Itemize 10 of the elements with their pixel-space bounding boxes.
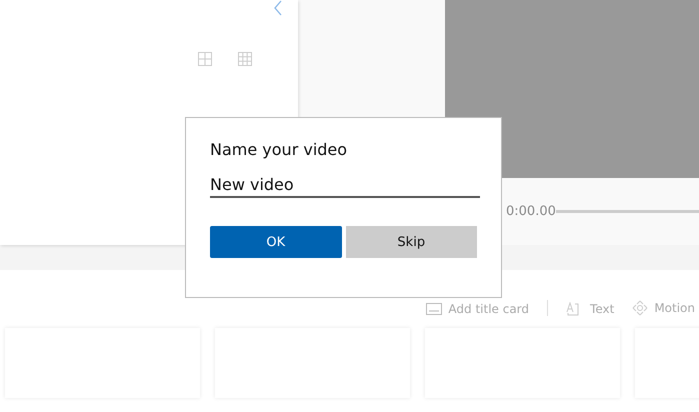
time-label: 0:00.00 (506, 204, 556, 219)
chevron-left-icon[interactable] (273, 0, 283, 16)
dialog-title: Name your video (210, 140, 348, 159)
motion-icon (632, 300, 648, 316)
card-icon (426, 303, 442, 315)
skip-button[interactable]: Skip (346, 226, 477, 258)
grid-icon[interactable] (198, 52, 212, 66)
seek-slider[interactable] (556, 210, 699, 213)
grid-icon[interactable] (238, 52, 252, 66)
ok-button[interactable]: OK (210, 226, 342, 258)
